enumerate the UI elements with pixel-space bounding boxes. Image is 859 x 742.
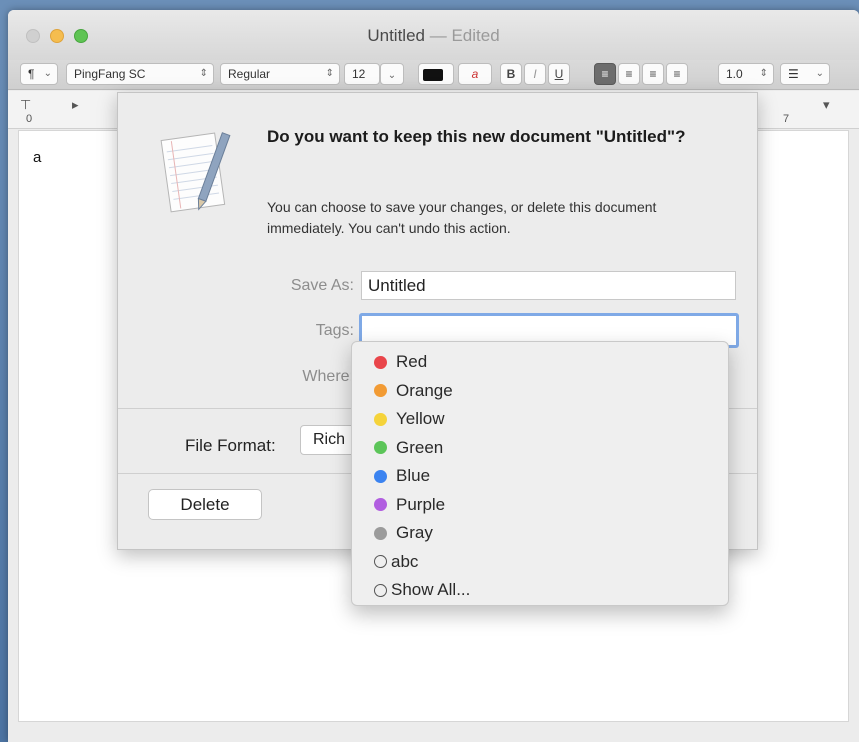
orange-dot-icon	[374, 384, 387, 398]
paragraph-style-popup[interactable]: ¶ ⌄	[20, 63, 58, 85]
purple-dot-icon	[374, 498, 387, 512]
save-as-field[interactable]: Untitled	[361, 271, 736, 300]
window-title-edited: — Edited	[429, 26, 500, 45]
tag-item-abc[interactable]: abc	[352, 548, 728, 577]
tag-item-show-all[interactable]: Show All...	[352, 576, 728, 605]
window-title-name: Untitled	[367, 26, 425, 45]
tag-label: abc	[391, 551, 419, 571]
tag-label: Red	[396, 352, 428, 372]
tab-stop-marker[interactable]: ▸	[72, 97, 79, 113]
textedit-document-icon	[160, 132, 231, 213]
tags-label: Tags:	[315, 322, 354, 339]
tag-label: Purple	[396, 494, 446, 514]
align-left-icon: ≡	[601, 67, 609, 81]
file-format-label: File Format:	[185, 436, 276, 455]
italic-button[interactable]: I	[524, 63, 546, 85]
empty-circle-icon	[374, 555, 387, 569]
font-style-label: Regular	[228, 67, 271, 81]
font-size-menu-button[interactable]: ⌄	[380, 63, 404, 85]
where-label: Where:	[302, 368, 354, 385]
tag-label: Blue	[396, 466, 431, 486]
justify-icon: ≡	[673, 67, 681, 81]
align-right-button[interactable]: ≡	[642, 63, 664, 85]
tag-label: Green	[396, 437, 444, 457]
tag-item-red[interactable]: Red	[352, 348, 728, 377]
font-size-field[interactable]: 12	[344, 63, 380, 85]
tag-item-blue[interactable]: Blue	[352, 462, 728, 491]
title-bar: Untitled — Edited	[8, 10, 859, 60]
multi-circle-icon	[374, 583, 387, 597]
tags-dropdown-menu: Red Orange Yellow Green Blue Purple Gray	[351, 341, 729, 606]
chevron-down-icon: ⌄	[43, 68, 52, 79]
tag-label: Show All...	[391, 580, 471, 600]
font-style-popup[interactable]: Regular ⇕	[220, 63, 340, 85]
highlight-color-icon: a	[471, 67, 479, 81]
text-color-swatch	[423, 69, 443, 81]
tag-item-orange[interactable]: Orange	[352, 377, 728, 406]
tag-item-gray[interactable]: Gray	[352, 519, 728, 548]
window-title: Untitled — Edited	[8, 26, 859, 46]
red-dot-icon	[374, 355, 387, 369]
underline-button[interactable]: U	[548, 63, 570, 85]
line-spacing-label: 1.0	[726, 67, 743, 81]
chevron-down-icon: ⌄	[815, 68, 824, 79]
align-center-icon: ≡	[625, 67, 633, 81]
align-center-button[interactable]: ≡	[618, 63, 640, 85]
format-toolbar: ¶ ⌄ PingFang SC ⇕ Regular ⇕ 12 ⌄ a B I U…	[8, 60, 859, 90]
document-text: a	[33, 149, 42, 166]
align-left-button[interactable]: ≡	[594, 63, 616, 85]
justify-button[interactable]: ≡	[666, 63, 688, 85]
font-size-label: 12	[352, 67, 366, 81]
green-dot-icon	[374, 441, 387, 455]
yellow-dot-icon	[374, 412, 387, 426]
right-indent-marker[interactable]: ▾	[823, 97, 830, 113]
first-line-indent-marker[interactable]: ⊤	[20, 97, 31, 113]
ruler-number: 0	[26, 113, 33, 125]
font-family-label: PingFang SC	[74, 67, 146, 81]
line-spacing-popup[interactable]: 1.0 ⇕	[718, 63, 774, 85]
save-as-label: Save As:	[290, 277, 354, 294]
tag-label: Gray	[396, 523, 433, 543]
list-bullets-icon: ☰	[788, 67, 799, 81]
font-family-popup[interactable]: PingFang SC ⇕	[66, 63, 214, 85]
tag-label: Orange	[396, 380, 453, 400]
blue-dot-icon	[374, 469, 387, 483]
updown-arrows-icon: ⇕	[759, 68, 768, 79]
updown-arrows-icon: ⇕	[325, 68, 334, 79]
paragraph-style-label: ¶	[28, 67, 35, 81]
tag-item-yellow[interactable]: Yellow	[352, 405, 728, 434]
tag-item-purple[interactable]: Purple	[352, 491, 728, 520]
delete-button[interactable]: Delete	[148, 489, 262, 520]
chevron-down-icon: ⌄	[387, 70, 397, 81]
dialog-message: You can choose to save your changes, or …	[267, 199, 657, 236]
textedit-window: Untitled — Edited ¶ ⌄ PingFang SC ⇕ Regu…	[8, 10, 859, 742]
gray-dot-icon	[374, 526, 387, 540]
background-color-button[interactable]: a	[458, 63, 492, 85]
ruler-number: 7	[783, 113, 790, 125]
tag-item-green[interactable]: Green	[352, 434, 728, 463]
updown-arrows-icon: ⇕	[199, 68, 208, 79]
align-right-icon: ≡	[649, 67, 657, 81]
tag-label: Yellow	[396, 409, 445, 429]
bold-button[interactable]: B	[500, 63, 522, 85]
list-style-popup[interactable]: ☰ ⌄	[780, 63, 830, 85]
dialog-heading: Do you want to keep this new document "U…	[267, 127, 686, 146]
